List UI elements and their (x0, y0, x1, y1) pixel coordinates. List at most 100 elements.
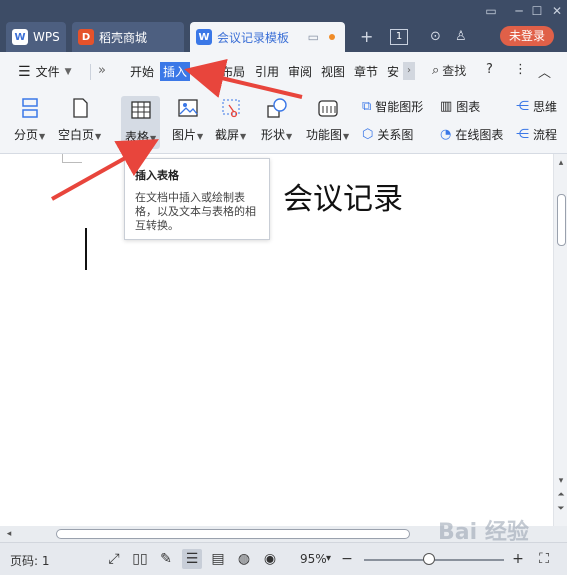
zoom-out-icon[interactable]: − (337, 549, 357, 569)
search-label: 查找 (442, 64, 467, 78)
close-icon[interactable]: ✕ (546, 4, 567, 18)
smart-art-icon: ⧉ (362, 99, 372, 114)
divider (90, 64, 91, 80)
title-bar: ▭ ─ ☐ ✕ W WPS D 稻壳商城 W 会议记录模板 ▭ + 1 ⊙ ♙ … (0, 0, 567, 52)
chart-button[interactable]: ▥ 图表 (440, 98, 480, 115)
chevron-down-icon: ▼ (64, 66, 72, 77)
function-chart-label: 功能图 (306, 128, 343, 142)
mind-map-icon: ⋲ (516, 99, 529, 114)
mind-map-button[interactable]: ⋲ 思维 (516, 98, 557, 115)
smart-art-button[interactable]: ⧉ 智能图形 (362, 98, 423, 115)
collapse-ribbon-icon[interactable]: ︿ (538, 62, 551, 81)
online-chart-button[interactable]: ◔ 在线图表 (440, 126, 503, 143)
horizontal-scroll-thumb[interactable] (56, 529, 410, 539)
monitor-icon[interactable]: ▭ (308, 30, 319, 44)
zoom-slider-handle[interactable] (423, 553, 435, 565)
watermark-logo: Bai 经验 (438, 520, 529, 545)
reading-mode-icon[interactable]: ▯▯ (130, 549, 150, 569)
online-chart-icon: ◔ (440, 127, 452, 142)
tooltip-title: 插入表格 (135, 169, 179, 182)
eye-protection-icon[interactable]: ◉ (260, 549, 280, 569)
scroll-left-icon[interactable]: ◂ (4, 529, 14, 539)
document-icon: W (196, 29, 212, 45)
pen-icon[interactable]: ✎ (156, 549, 176, 569)
search-icon: ⌕ (432, 63, 440, 78)
page-corner-mark (62, 154, 63, 162)
wps-logo-icon: W (12, 29, 28, 45)
menu-chapter[interactable]: 章节 (354, 63, 378, 80)
document-canvas[interactable]: 会议记录 (0, 154, 553, 526)
insert-table-button[interactable]: 表格▼ (121, 96, 161, 149)
picture-button[interactable]: 图片▼ (172, 96, 203, 143)
shapes-button[interactable]: 形状▼ (261, 96, 292, 143)
menu-bar: ☰ 文件 ▼ » 开始 插入 页面布局 引用 审阅 视图 章节 安 › ⌕ 查找… (0, 52, 567, 90)
restore-tab-icon[interactable]: ▭ (480, 4, 502, 18)
tab-document[interactable]: W 会议记录模板 ▭ (190, 22, 345, 52)
blank-page-icon (67, 96, 93, 120)
table-icon (128, 98, 154, 122)
menu-references[interactable]: 引用 (255, 63, 279, 80)
search-button[interactable]: ⌕ 查找 (432, 62, 466, 79)
text-cursor (85, 228, 87, 270)
page-break-label: 分页 (14, 128, 39, 142)
web-view-icon[interactable]: ◍ (234, 549, 254, 569)
scroll-down-icon[interactable]: ▾ (556, 476, 566, 486)
file-menu[interactable]: ☰ 文件 ▼ (18, 63, 72, 80)
zoom-dropdown-icon[interactable]: ▾ (326, 553, 331, 564)
shapes-icon (264, 96, 290, 120)
menu-review[interactable]: 审阅 (288, 63, 312, 80)
next-page-icon[interactable]: ⏷ (556, 504, 566, 514)
vertical-scroll-thumb[interactable] (557, 194, 566, 246)
menu-insert[interactable]: 插入 (160, 62, 191, 81)
flowchart-button[interactable]: ⋲ 流程 (516, 126, 557, 143)
menu-start[interactable]: 开始 (130, 63, 154, 80)
screenshot-label: 截屏 (215, 128, 240, 142)
chart-label: 图表 (456, 100, 481, 114)
document-title[interactable]: 会议记录 (283, 174, 403, 218)
menu-scroll-right-icon[interactable]: › (403, 62, 415, 80)
maximize-icon[interactable]: ☐ (526, 4, 548, 18)
docer-logo-icon: D (78, 29, 94, 45)
skin-shirt-icon[interactable]: ♙ (455, 28, 467, 46)
smart-art-label: 智能图形 (375, 100, 424, 114)
page-number[interactable]: 页码: 1 (10, 552, 50, 569)
fit-window-icon[interactable]: ⛶ (534, 549, 554, 569)
status-bar: 页码: 1 ⤢ ▯▯ ✎ ☰ ▤ ◍ ◉ 95% ▾ − + ⛶ (0, 542, 567, 575)
tab-docer-store[interactable]: D 稻壳商城 (72, 22, 184, 52)
page-view-icon[interactable]: ☰ (182, 549, 202, 569)
previous-page-icon[interactable]: ⏶ (556, 490, 566, 500)
login-button[interactable]: 未登录 (500, 26, 554, 46)
relation-chart-button[interactable]: ⬡ 关系图 (362, 126, 413, 143)
menu-view[interactable]: 视图 (321, 63, 345, 80)
help-icon[interactable]: ? (486, 62, 493, 77)
blank-page-label: 空白页 (58, 128, 95, 142)
flowchart-label: 流程 (533, 128, 558, 142)
tab-wps-home[interactable]: W WPS (6, 22, 66, 52)
zoom-in-icon[interactable]: + (508, 549, 528, 569)
bar-chart-icon: ▥ (440, 99, 453, 114)
vertical-scrollbar[interactable]: ▴ ▾ ⏶ ⏷ (553, 154, 567, 526)
picture-label: 图片 (172, 128, 197, 142)
cloud-sync-icon[interactable]: ⊙ (430, 28, 441, 46)
tab-label: WPS (33, 30, 60, 44)
mind-map-label: 思维 (533, 100, 558, 114)
function-chart-button[interactable]: 功能图▼ (306, 96, 349, 143)
screenshot-scissors-icon (218, 96, 244, 120)
fullscreen-icon[interactable]: ⤢ (104, 549, 124, 569)
page-break-button[interactable]: 分页▼ (14, 96, 45, 143)
new-tab-plus-icon[interactable]: + (360, 28, 373, 46)
tab-label: 会议记录模板 (217, 30, 290, 45)
expand-double-chevron-icon[interactable]: » (98, 63, 106, 78)
menu-security[interactable]: 安 (387, 63, 399, 80)
blank-page-button[interactable]: 空白页▼ (58, 96, 101, 143)
scroll-up-icon[interactable]: ▴ (556, 158, 566, 168)
tooltip-body: 在文档中插入或绘制表格，以及文本与表格的相互转换。 (135, 191, 256, 232)
tab-counter[interactable]: 1 (390, 29, 408, 45)
function-chart-icon (315, 96, 341, 120)
menu-page-layout[interactable]: 页面布局 (197, 63, 245, 80)
outline-view-icon[interactable]: ▤ (208, 549, 228, 569)
relation-chart-icon: ⬡ (362, 127, 374, 142)
more-options-icon[interactable]: ⋮ (514, 62, 527, 77)
screenshot-button[interactable]: 截屏▼ (215, 96, 246, 143)
zoom-level[interactable]: 95% (300, 552, 327, 566)
